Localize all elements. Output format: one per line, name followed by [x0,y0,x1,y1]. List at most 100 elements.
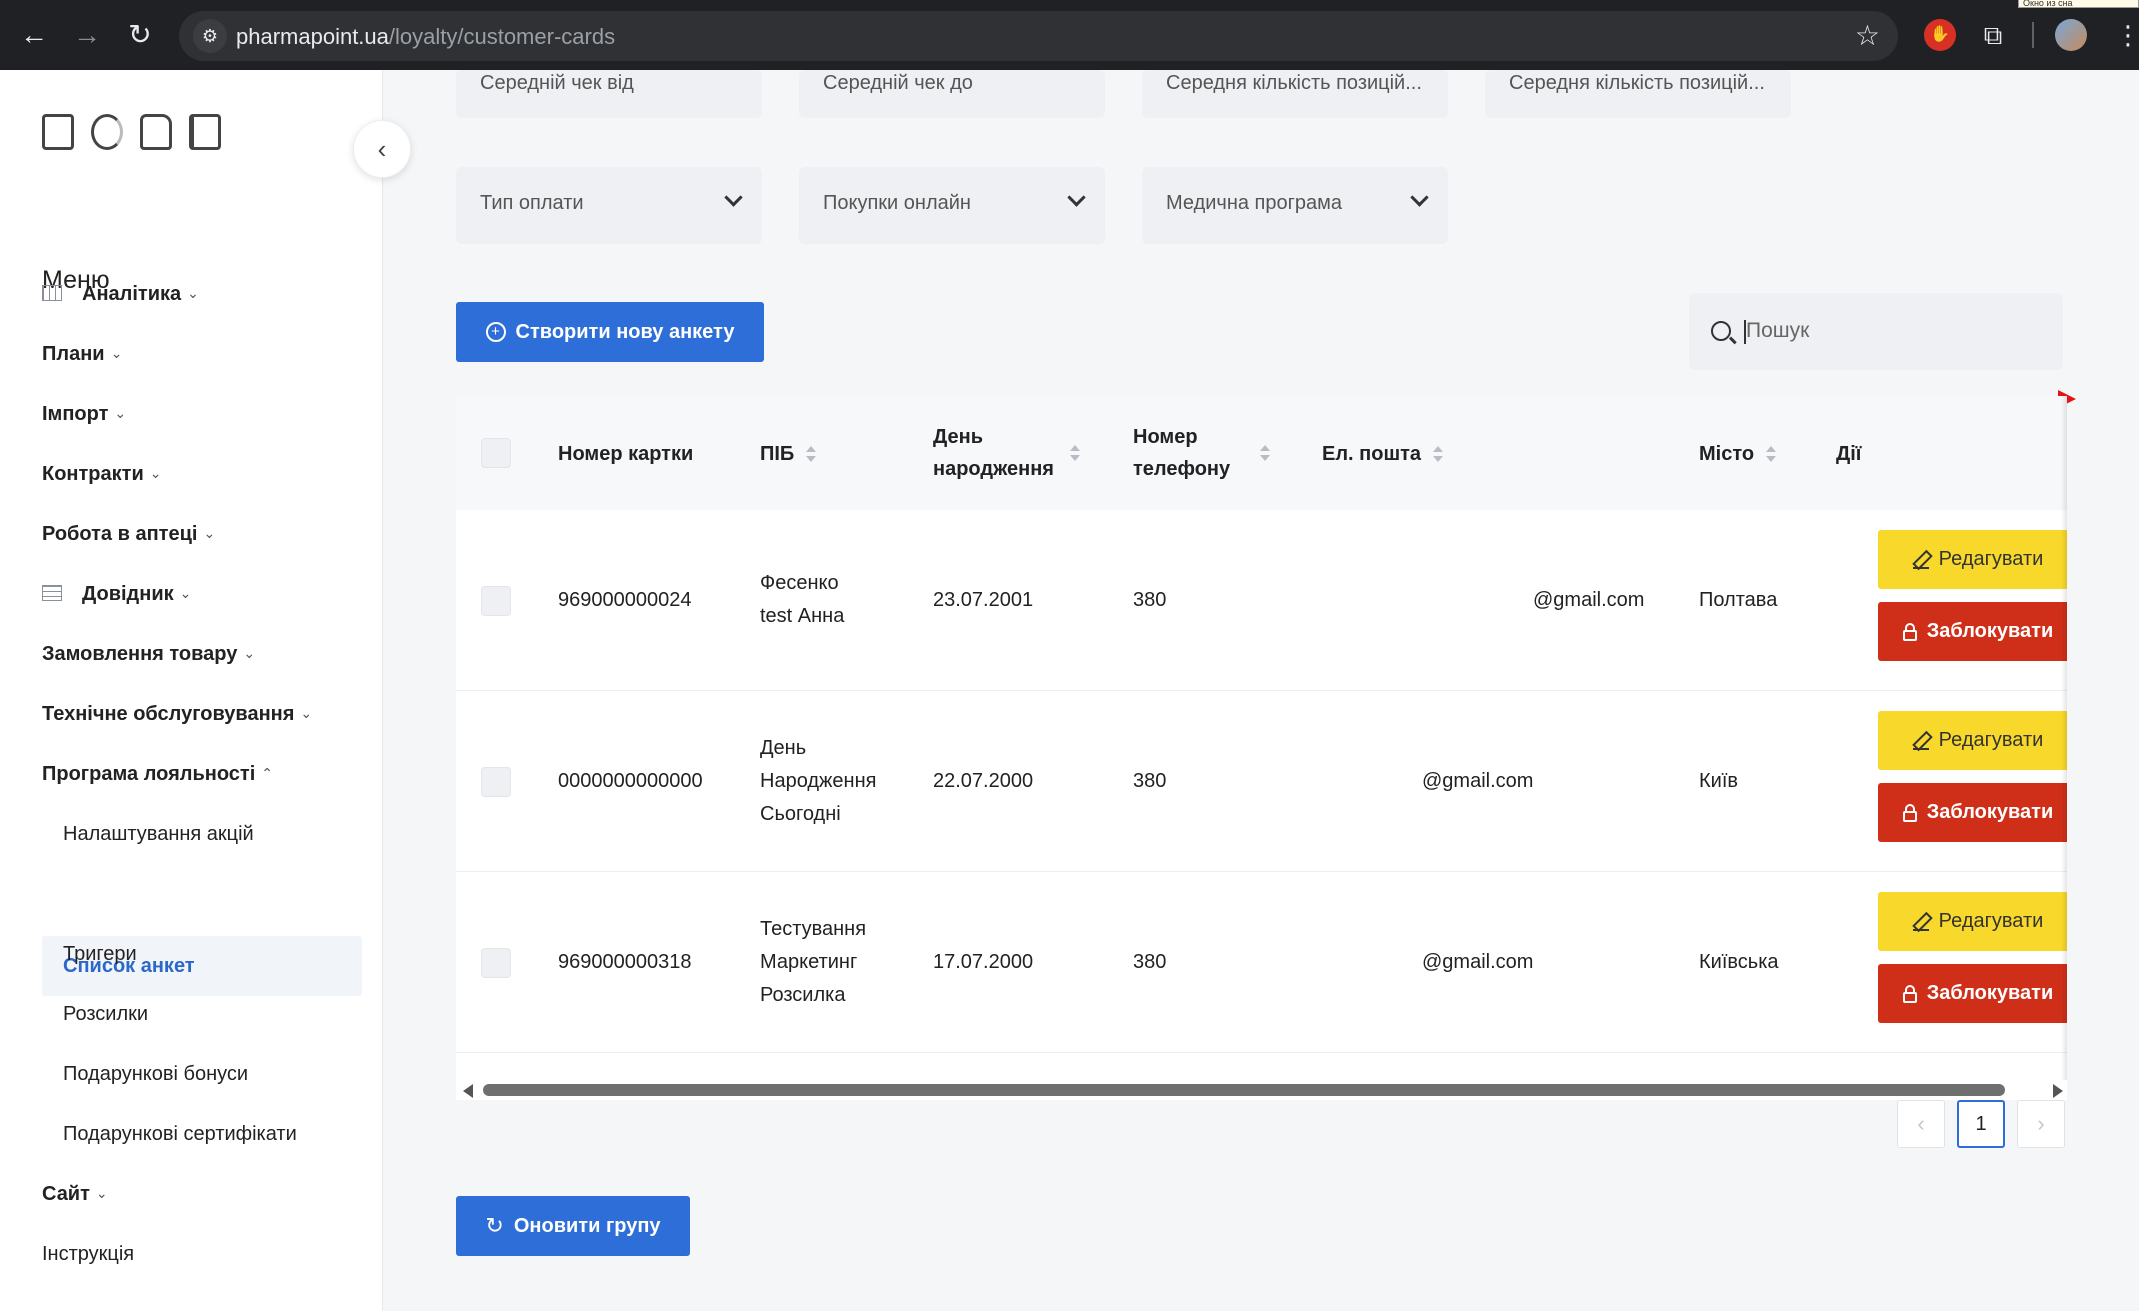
sidebar-item-orders[interactable]: Замовлення товару ⌄ [42,643,255,666]
book-icon[interactable] [189,114,221,150]
table-header: Номер картки ПІБ День народження Номер тел… [456,396,2067,510]
page-1-button[interactable]: 1 [1957,1100,2005,1148]
edit-button[interactable]: Редагувати [1878,892,2067,951]
sidebar-item-instruction[interactable]: Інструкція [42,1243,134,1266]
adblock-extension-icon[interactable]: ✋ [1924,19,1956,51]
chevron-down-icon: ⌄ [203,525,216,541]
create-questionnaire-button[interactable]: + Створити нову анкету [456,302,764,362]
avg-positions-from-input[interactable]: Середня кількість позицій... [1142,70,1448,118]
sort-icon[interactable] [1070,445,1080,463]
sort-icon[interactable] [1260,445,1270,463]
search-input[interactable] [1746,311,2046,351]
sort-icon[interactable] [806,445,817,464]
sidebar-subitem-gift-bonuses[interactable]: Подарункові бонуси [63,1063,248,1086]
col-email[interactable]: Ел. пошта [1322,438,1444,470]
edit-button[interactable]: Редагувати [1878,711,2067,770]
forward-icon[interactable]: → [69,17,105,53]
col-card-number: Номер картки [558,443,694,465]
online-purchases-select[interactable]: Покупки онлайн [799,167,1105,244]
pencil-icon [1912,732,1929,750]
customer-cards-table: Номер картки ПІБ День народження Номер тел… [456,396,2067,1080]
collapse-sidebar-button[interactable]: ‹ [353,120,411,178]
next-page-button[interactable]: › [2017,1100,2065,1148]
avg-check-from-input[interactable]: Середній чек від [456,70,762,118]
sidebar-item-site[interactable]: Сайт ⌄ [42,1183,108,1206]
scroll-right-icon[interactable] [2053,1084,2063,1098]
url-text[interactable]: pharmapoint.ua/loyalty/customer-cards [236,24,615,50]
lock-icon [1902,622,1917,641]
block-button[interactable]: Заблокувати [1878,783,2067,842]
avg-positions-to-input[interactable]: Середня кількість позицій... [1485,70,1791,118]
phone-cell: 380 [1133,951,1167,973]
bookmark-star-icon[interactable]: ☆ [1855,20,1880,52]
edit-button[interactable]: Редагувати [1878,530,2067,589]
select-all-checkbox[interactable] [481,438,511,468]
sidebar: Меню Аналітика ⌄ Плани ⌄ Імпорт ⌄ Контракти… [0,70,383,1311]
address-bar[interactable]: ⚙ pharmapoint.ua/loyalty/customer-cards … [179,11,1898,61]
profile-avatar-icon[interactable] [2055,19,2087,51]
chevron-down-icon [724,188,743,207]
sidebar-item-pharmacy-work[interactable]: Робота в аптеці ⌄ [42,523,215,546]
payment-type-select[interactable]: Тип оплати [456,167,762,244]
row-checkbox[interactable] [481,767,511,797]
extensions-puzzle-icon[interactable]: ⧉ [1977,19,2009,51]
birthday-cell: 22.07.2000 [933,770,1034,792]
sidebar-subitem-triggers[interactable]: Тригери [63,943,137,966]
sidebar-subitem-promotions[interactable]: Налаштування акцій [63,823,254,846]
sidebar-item-import[interactable]: Імпорт ⌄ [42,403,126,426]
sidebar-item-reference[interactable]: Довідник ⌄ [42,583,191,606]
list-icon [42,585,62,601]
city-cell: Київ [1699,770,1739,792]
back-icon[interactable]: ← [16,17,52,53]
sidebar-quick-icons [42,114,221,150]
sidebar-item-loyalty[interactable]: Програма лояльності ⌃ [42,763,273,786]
row-checkbox[interactable] [481,948,511,978]
reload-icon[interactable]: ↻ [122,17,158,53]
pie-chart-icon[interactable] [91,114,123,150]
col-actions: Дії [1836,443,1862,465]
sidebar-subitem-mailings[interactable]: Розсилки [63,1003,148,1026]
sidebar-item-contracts[interactable]: Контракти ⌄ [42,463,161,486]
document-icon[interactable] [140,114,172,150]
medical-program-select[interactable]: Медична програма [1142,167,1448,244]
phone-cell: 380 [1133,589,1167,611]
sidebar-item-plans[interactable]: Плани ⌄ [42,343,122,366]
avg-check-to-input[interactable]: Середній чек до [799,70,1105,118]
sort-icon[interactable] [1766,445,1777,464]
lock-icon [1902,803,1917,822]
refresh-icon: ↻ [485,1213,504,1238]
main-content: Середній чек від Середній чек до Середня… [384,70,2139,1311]
table-row: 0000000000000 День Народження Сьогодні 22.… [456,691,2067,872]
scroll-left-icon[interactable] [463,1084,473,1098]
sidebar-subitem-gift-certificates[interactable]: Подарункові сертифікати [63,1123,297,1146]
name-cell: Фесенко test Анна [760,572,845,627]
col-city[interactable]: Місто [1699,438,1777,470]
row-checkbox[interactable] [481,586,511,616]
sort-icon[interactable] [1433,445,1444,464]
col-phone[interactable]: Номер телефону [1133,421,1270,485]
tooltip-fragment: Окно из сна [2018,0,2139,8]
refresh-group-button[interactable]: ↻ Оновити групу [456,1196,690,1256]
email-cell: @gmail.com [1422,770,1534,792]
search-icon [1711,321,1731,341]
plus-circle-icon: + [485,322,506,342]
col-name[interactable]: ПІБ [760,438,817,470]
card-number-cell: 969000000024 [558,589,692,611]
scrollbar-thumb[interactable] [483,1084,2005,1096]
block-button[interactable]: Заблокувати [1878,964,2067,1023]
pencil-icon [1912,551,1929,569]
prev-page-button[interactable]: ‹ [1897,1100,1945,1148]
name-cell: День Народження Сьогодні [760,737,877,825]
col-birthday[interactable]: День народження [933,421,1080,485]
store-icon[interactable] [42,114,74,150]
site-info-icon[interactable]: ⚙ [193,19,227,53]
horizontal-scrollbar[interactable] [456,1080,2067,1100]
browser-toolbar: ← → ↻ ⚙ pharmapoint.ua/loyalty/customer-… [0,0,2139,70]
lock-icon [1902,984,1917,1003]
browser-menu-icon[interactable]: ⋮ [2115,19,2139,51]
sidebar-item-analytics[interactable]: Аналітика ⌄ [42,283,199,306]
chevron-down-icon: ⌄ [110,345,123,361]
sidebar-item-maintenance[interactable]: Технічне обслуговування ⌄ [42,703,312,726]
search-field[interactable] [1689,293,2063,370]
block-button[interactable]: Заблокувати [1878,602,2067,661]
